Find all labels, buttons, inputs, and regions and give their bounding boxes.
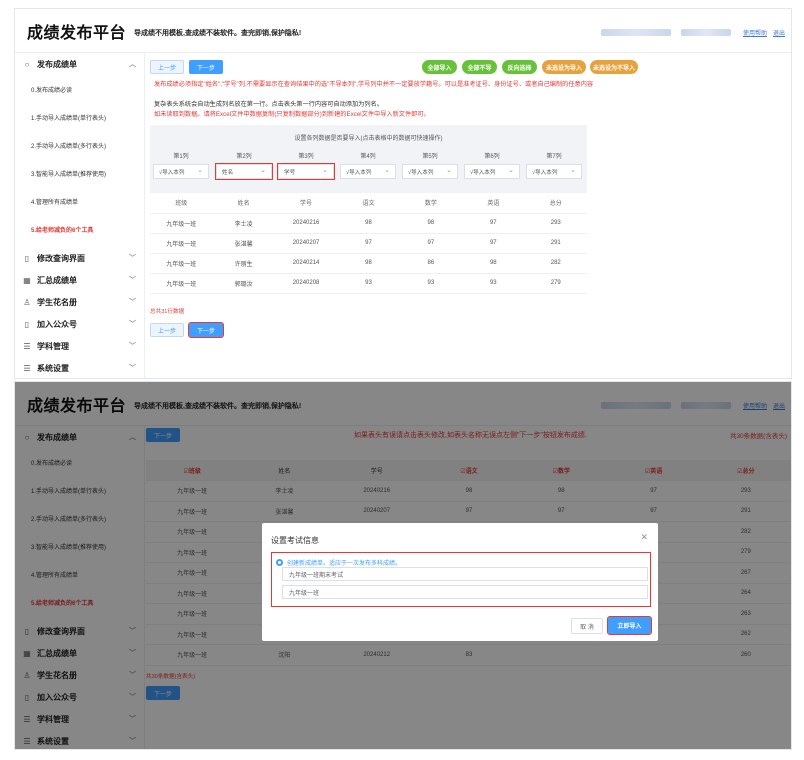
menu-publish[interactable]: ○ 发布成绩单 ︿: [15, 53, 144, 75]
column-selector-name[interactable]: 第2列 姓名: [215, 151, 273, 180]
next-step-button[interactable]: 下一步: [189, 60, 223, 74]
table-row: 九年级一班 许丽生 20240214 98 86 98 282: [150, 253, 587, 274]
import-none-button[interactable]: 全部不导: [462, 60, 497, 74]
app-header: 成绩发布平台 导成绩不用模板,查成绩不装软件。查完即销,保护隐私! 使用帮助 退…: [15, 9, 791, 53]
row-count: 总共31行数据: [150, 309, 185, 315]
menu-summary[interactable]: ▦ 汇总成绩单 ﹀: [15, 269, 144, 291]
unselected-skip-button[interactable]: 未选设为不导入: [590, 60, 638, 74]
column-settings-panel: 设置各列数据是否要导入(点击表格中的数据可快速操作) 第1列√导入本列 第2列姓…: [150, 125, 587, 193]
menu-subjects[interactable]: ☰ 学科管理 ﹀: [15, 335, 144, 357]
chevron-down-icon: ﹀: [129, 365, 136, 372]
column-selector[interactable]: 第1列 √导入本列: [153, 151, 209, 179]
search-icon: ○: [24, 59, 30, 69]
prev-step-button-bottom[interactable]: 上一步: [150, 323, 184, 337]
exam-form: 创建新成绩单。适应于一次发布多科成绩。 九年级一班期末考试 九年级一班: [271, 552, 651, 607]
import-now-button[interactable]: 立即导入: [607, 616, 652, 635]
menu-wechat[interactable]: ▯ 加入公众号 ﹀: [15, 313, 144, 335]
sidebar-item-smart-import[interactable]: 3.智能导入成绩单(推荐使用): [15, 159, 144, 187]
logout-link[interactable]: 退出: [773, 28, 785, 37]
grid-icon: ▦: [23, 275, 31, 285]
chevron-down-icon: ﹀: [129, 299, 136, 306]
table-row: 九年级一班 郭璐汝 20240208 93 93 93 279: [150, 273, 587, 294]
create-new-radio[interactable]: 创建新成绩单。适应于一次发布多科成绩。: [276, 558, 401, 567]
column-selector[interactable]: 第6列 √导入本列: [464, 151, 520, 179]
screenshot-step-one: 成绩发布平台 导成绩不用模板,查成绩不装软件。查完即销,保护隐私! 使用帮助 退…: [14, 8, 792, 379]
menu-settings[interactable]: ☰ 系统设置 ﹀: [15, 357, 144, 378]
main-content: 上一步 下一步 全部导入 全部不导 反向选择 未选设为导入 未选设为不导入 发布…: [146, 53, 791, 378]
user-icon: ♙: [23, 297, 31, 307]
column-selector[interactable]: 第5列 √导入本列: [402, 151, 458, 179]
close-icon[interactable]: ✕: [640, 532, 648, 543]
table-row: 九年级一班 李士凌 20240216 98 98 97 293: [150, 213, 587, 234]
chevron-down-icon: ﹀: [129, 321, 136, 328]
chevron-down-icon: ﹀: [129, 255, 136, 262]
instruction-note: 如未读取到数据。请将Excel文件中数据复制(只复制数据部分)到新建的Excel…: [154, 111, 430, 118]
instruction-note: 发布成绩必须指定"姓名","学号"列,不需要显示在查询结果中的选"不导本列",学…: [154, 81, 594, 88]
chevron-down-icon: ﹀: [129, 277, 136, 284]
class-name-input[interactable]: 九年级一班: [282, 585, 648, 599]
sliders-icon: ☰: [23, 341, 31, 351]
preview-table: 班级 姓名 学号 语文 数学 英语 总分 九年级一班 李士凌 20240216 98 98 97 293…: [150, 193, 587, 294]
exam-info-dialog: 设置考试信息 ✕ 创建新成绩单。适应于一次发布多科成绩。 九年级一班期末考试 九…: [262, 523, 658, 641]
document-icon: ▯: [24, 253, 30, 263]
invert-selection-button[interactable]: 反向选择: [502, 60, 537, 74]
screenshot-step-two: 成绩发布平台 导成绩不用模板,查成绩不装软件。查完即销,保护隐私! 使用帮助 退…: [14, 381, 792, 750]
sidebar-item-manual-single[interactable]: 1.手动导入成绩单(单行表头): [15, 103, 144, 131]
import-all-button[interactable]: 全部导入: [422, 60, 457, 74]
exam-name-input[interactable]: 九年级一班期末考试: [282, 567, 648, 581]
prev-step-button[interactable]: 上一步: [150, 60, 184, 74]
table-row: 九年级一班 张湛馨 20240207 97 97 97 291: [150, 233, 587, 254]
blurred-user-info: [681, 29, 731, 36]
help-link[interactable]: 使用帮助: [743, 28, 767, 37]
column-selector[interactable]: 第4列 √导入本列: [340, 151, 396, 179]
radio-checked-icon: [276, 559, 283, 566]
chevron-down-icon: ﹀: [129, 343, 136, 350]
column-selector[interactable]: 第7列 √导入本列: [526, 151, 582, 179]
dialog-title: 设置考试信息: [271, 536, 319, 545]
column-selector-id[interactable]: 第3列 学号: [277, 151, 335, 180]
blurred-user-info: [601, 29, 671, 36]
chevron-up-icon: ︿: [129, 61, 136, 68]
app-slogan: 导成绩不用模板,查成绩不装软件。查完即销,保护隐私!: [134, 29, 302, 37]
sidebar-item-must-read[interactable]: 0.发布成绩必读: [15, 75, 144, 103]
phone-icon: ▯: [24, 319, 30, 329]
next-step-button-bottom[interactable]: 下一步: [188, 322, 224, 338]
app-brand: 成绩发布平台: [27, 24, 127, 42]
unselected-import-button[interactable]: 未选设为导入: [542, 60, 586, 74]
panel-title: 设置各列数据是否要导入(点击表格中的数据可快速操作): [294, 136, 443, 142]
sidebar-item-manage[interactable]: 4.管理所有成绩单: [15, 187, 144, 215]
sidebar-item-manual-multi[interactable]: 2.手动导入成绩单(多行表头): [15, 131, 144, 159]
cancel-button[interactable]: 取 消: [571, 618, 603, 634]
sidebar: ○ 发布成绩单 ︿ 0.发布成绩必读 1.手动导入成绩单(单行表头) 2.手动导…: [15, 53, 145, 378]
menu-edit-query[interactable]: ▯ 修改查询界面 ﹀: [15, 247, 144, 269]
instruction-note: 复杂表头系统会自动生成列名放在第一行。点击表头第一行内容可自动添加为列名。: [154, 101, 383, 108]
menu-roster[interactable]: ♙ 学生花名册 ﹀: [15, 291, 144, 313]
table-header-row: 班级 姓名 学号 语文 数学 英语 总分: [150, 193, 587, 214]
sidebar-item-tools[interactable]: 5.给老师减负的6个工具: [15, 215, 144, 243]
sliders-icon: ☰: [23, 363, 31, 373]
